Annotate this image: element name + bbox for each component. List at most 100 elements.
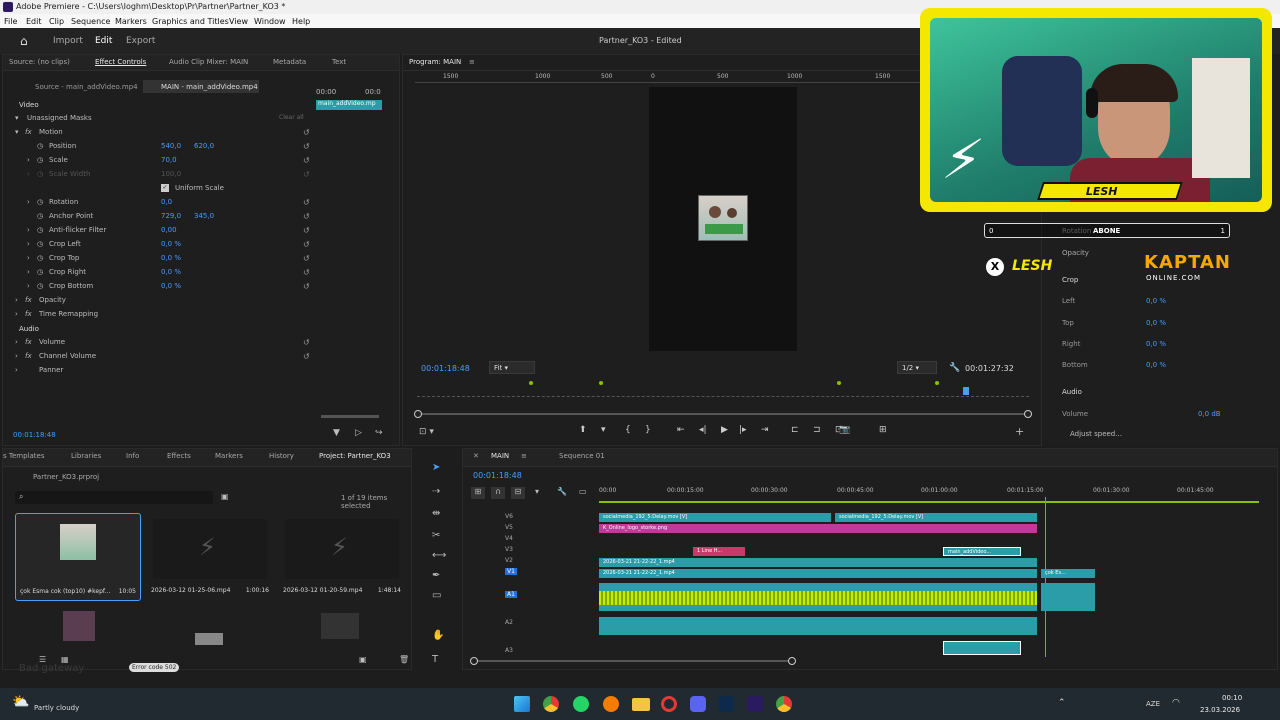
adjust-speed-link[interactable]: Adjust speed... xyxy=(1070,430,1122,438)
menu-sequence[interactable]: Sequence xyxy=(71,17,110,26)
tab-sequence-01[interactable]: Sequence 01 xyxy=(559,452,605,460)
audio-clip-a1[interactable] xyxy=(599,583,1037,611)
reset-icon[interactable]: ↺ xyxy=(303,142,310,151)
selection-tool-icon[interactable]: ➤ xyxy=(432,462,440,473)
clock-date[interactable]: 23.03.2026 xyxy=(1200,706,1240,714)
chrome-icon[interactable] xyxy=(543,696,559,712)
overwrite-icon[interactable]: ⊐ xyxy=(813,425,821,435)
app-icon[interactable] xyxy=(603,696,619,712)
export-icon[interactable]: ↪ xyxy=(375,428,383,438)
row-volume[interactable]: › fx Volume ↺ xyxy=(3,338,313,351)
zoom-bar[interactable] xyxy=(414,410,1032,418)
track-v1[interactable]: V1 xyxy=(505,568,517,575)
add-marker-icon[interactable]: ⊟ xyxy=(511,487,525,499)
row-time-remapping[interactable]: › fx Time Remapping xyxy=(3,310,313,323)
row-anchor-point[interactable]: ◷ Anchor Point 729,0 345,0 ↺ xyxy=(3,212,313,225)
go-to-out-icon[interactable]: ⇥ xyxy=(761,425,769,435)
insert-icon[interactable]: ⊏ xyxy=(791,425,799,435)
tab-history[interactable]: History xyxy=(269,452,294,460)
reset-icon[interactable]: ↺ xyxy=(303,198,310,207)
menu-help[interactable]: Help xyxy=(292,17,310,26)
premiere-icon[interactable] xyxy=(747,696,763,712)
list-view-icon[interactable]: ☰ xyxy=(39,655,46,664)
stopwatch-icon[interactable]: ◷ xyxy=(37,198,43,206)
clear-all-button[interactable]: Clear all xyxy=(279,114,304,121)
timeline-ruler[interactable]: 00:00 00:00:15:00 00:00:30:00 00:00:45:0… xyxy=(599,487,1259,503)
mark-in-icon[interactable]: { xyxy=(625,425,631,435)
tab-effect-controls[interactable]: Effect Controls xyxy=(95,58,146,66)
project-item-thumb[interactable] xyxy=(63,611,95,641)
row-anti-flicker[interactable]: › ◷ Anti-flicker Filter 0,00 ↺ xyxy=(3,226,313,239)
add-button-icon[interactable]: + xyxy=(1015,425,1024,438)
folder-icon[interactable] xyxy=(632,698,650,711)
photoshop-icon[interactable] xyxy=(718,696,734,712)
button-editor-icon[interactable]: ⊞ xyxy=(879,425,887,435)
row-rotation[interactable]: › ◷ Rotation 0,0 ↺ xyxy=(3,198,313,211)
weather-icon[interactable]: ⛅ xyxy=(12,694,29,710)
tab-main[interactable]: MAIN xyxy=(491,452,509,460)
tab-project[interactable]: Project: Partner_KO3 xyxy=(319,452,391,460)
row-channel-volume[interactable]: › fx Channel Volume ↺ xyxy=(3,352,313,365)
reset-icon[interactable]: ↺ xyxy=(303,240,310,249)
row-motion[interactable]: ▾ fx Motion ↺ xyxy=(3,128,313,141)
track-a3[interactable]: A3 xyxy=(505,647,513,654)
menu-markers[interactable]: Markers xyxy=(115,17,147,26)
linked-selection-icon[interactable]: ∩ xyxy=(491,487,505,499)
program-scrub-bar[interactable] xyxy=(417,381,1029,397)
safe-margins-icon[interactable]: ⊡ ▾ xyxy=(419,427,434,437)
whatsapp-icon[interactable] xyxy=(573,696,589,712)
track-v2[interactable]: V2 xyxy=(505,557,513,564)
crop-bottom-value[interactable]: 0,0 % xyxy=(1146,361,1166,369)
program-title[interactable]: Program: MAIN xyxy=(409,58,461,66)
reset-icon[interactable]: ↺ xyxy=(303,128,310,137)
tab-source[interactable]: Source: (no clips) xyxy=(9,58,70,66)
reset-icon[interactable]: ↺ xyxy=(303,352,310,361)
reset-icon[interactable]: ↺ xyxy=(303,254,310,263)
clip-v3a[interactable]: 1 Line H... xyxy=(693,547,745,556)
program-canvas[interactable] xyxy=(649,87,797,351)
target-clip-label[interactable]: MAIN - main_addVideo.mp4 xyxy=(143,80,259,93)
track-v5[interactable]: V5 xyxy=(505,524,513,531)
menu-file[interactable]: File xyxy=(4,17,17,26)
tab-text[interactable]: Text xyxy=(332,58,346,66)
reset-icon[interactable]: ↺ xyxy=(303,212,310,221)
quality-dropdown[interactable]: 1/2 ▾ xyxy=(897,361,937,374)
source-clip-label[interactable]: Source - main_addVideo.mp4 xyxy=(35,83,138,91)
tab-menu-icon[interactable]: ≡ xyxy=(521,452,527,460)
icon-view-icon[interactable]: ▦ xyxy=(61,655,69,664)
wifi-icon[interactable]: ◠ xyxy=(1172,698,1180,708)
clip-v3b[interactable]: main_addVideo... xyxy=(943,547,1021,556)
crop-left-value[interactable]: 0,0 % xyxy=(1146,297,1166,305)
row-panner[interactable]: › Panner xyxy=(3,366,313,379)
hand-icon[interactable]: ✋ xyxy=(432,630,444,641)
clip-v6b[interactable]: socialmedia_192_5:Delay.mov [V] xyxy=(835,513,1037,522)
close-icon[interactable]: ✕ xyxy=(473,452,479,460)
marker-icon[interactable]: ▾ xyxy=(535,487,539,496)
slip-icon[interactable]: ⟷ xyxy=(432,550,446,561)
home-icon[interactable]: ⌂ xyxy=(20,34,28,48)
crop-top-value[interactable]: 0,0 % xyxy=(1146,319,1166,327)
tab-effects[interactable]: Effects xyxy=(167,452,191,460)
stopwatch-icon[interactable]: ◷ xyxy=(37,240,43,248)
type-icon[interactable]: T xyxy=(432,654,438,665)
new-bin-icon[interactable]: ▣ xyxy=(221,492,229,501)
clip-v2[interactable]: 2026-03-21 21-22-22_1.mp4 xyxy=(599,558,1037,567)
project-item[interactable]: çok Esma cok (top10) #kepf... 10:05 xyxy=(15,513,141,601)
project-item-thumb[interactable] xyxy=(195,633,223,645)
go-to-in-icon[interactable]: ⇤ xyxy=(677,425,685,435)
timeline-scrollbar[interactable] xyxy=(470,657,796,665)
ec-zoom-scrollbar[interactable] xyxy=(321,415,379,418)
menu-clip[interactable]: Clip xyxy=(49,17,64,26)
tab-import[interactable]: Import xyxy=(53,36,83,46)
wrench-icon[interactable]: 🔧 xyxy=(949,363,960,373)
stopwatch-icon[interactable]: ◷ xyxy=(37,254,43,262)
project-item[interactable]: ⚡ 2026-03-12 01-20-59.mp4 1:48:14 xyxy=(279,513,405,601)
clip-v1b[interactable]: çok Es... xyxy=(1041,569,1095,578)
audio-section-label[interactable]: Audio xyxy=(1062,388,1082,396)
captions-icon[interactable]: ▭ xyxy=(579,487,587,496)
discord-icon[interactable] xyxy=(690,696,706,712)
tray-chevron-icon[interactable]: ⌃ xyxy=(1058,698,1066,708)
project-item-thumb[interactable] xyxy=(321,613,359,639)
crop-label[interactable]: Crop xyxy=(1062,276,1078,284)
delete-icon[interactable]: 🗑 xyxy=(399,655,409,664)
